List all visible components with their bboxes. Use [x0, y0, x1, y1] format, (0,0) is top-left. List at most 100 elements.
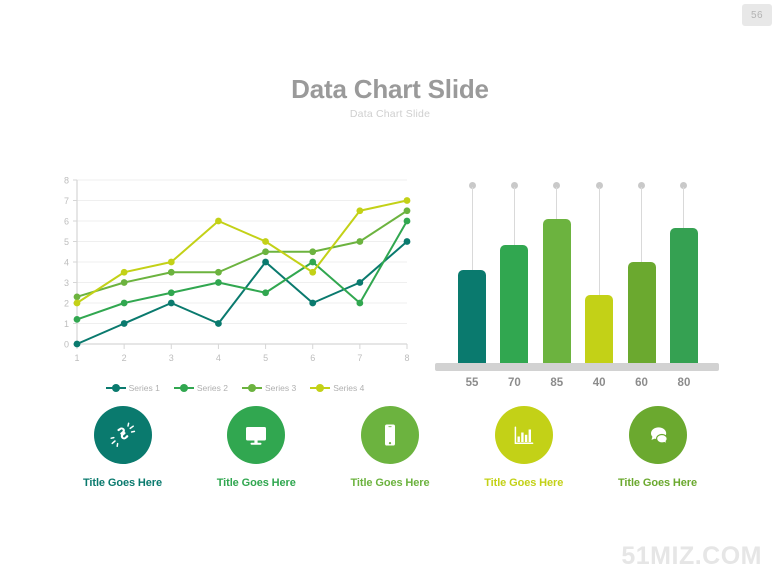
x-axis-tick-label: 1 [74, 353, 79, 363]
speech-bubbles-icon[interactable] [628, 406, 687, 464]
monitor-icon[interactable] [227, 406, 286, 464]
line-data-point [215, 217, 222, 225]
bar-connector-line [683, 187, 685, 228]
feature-item[interactable]: Title Goes Here [328, 406, 453, 489]
legend-item[interactable]: Series 1 [105, 383, 160, 393]
line-data-point [403, 207, 411, 215]
line-data-point [73, 299, 81, 307]
line-data-point [120, 279, 128, 286]
smartphone-icon[interactable] [361, 406, 419, 464]
watermark: 51MIZ.COM [621, 542, 762, 570]
x-axis-tick-label: 4 [216, 353, 221, 363]
bar-column[interactable] [669, 178, 698, 363]
page-title: Data Chart Slide [291, 74, 489, 104]
legend-marker-dot [111, 384, 120, 392]
bar-column[interactable] [585, 178, 614, 363]
line-data-point [262, 289, 269, 297]
legend-item-label: Series 3 [265, 383, 297, 393]
bar-column[interactable] [458, 178, 486, 363]
bar-column[interactable] [500, 178, 529, 363]
bar-rect[interactable] [627, 262, 656, 363]
y-axis-tick-label: 5 [64, 237, 69, 247]
x-axis-tick-label: 8 [404, 353, 409, 363]
line-data-point [73, 316, 81, 323]
y-axis-tick-label: 8 [64, 176, 69, 186]
line-data-point [167, 299, 175, 307]
line-data-point [73, 340, 81, 348]
legend-marker-dot [248, 384, 256, 392]
bar-rect[interactable] [585, 295, 614, 363]
bar-column[interactable] [542, 178, 571, 363]
line-data-point [215, 320, 222, 327]
x-axis-tick-label: 5 [263, 353, 268, 363]
y-axis-tick-label: 2 [64, 299, 69, 309]
feature-item[interactable]: Title Goes Here [461, 406, 586, 489]
bar-connector-line [513, 187, 515, 245]
line-data-point [120, 299, 128, 307]
legend-marker-dot [179, 384, 188, 392]
bar-chart-baseline [435, 363, 719, 371]
bar-column[interactable] [627, 178, 656, 363]
line-data-point [262, 248, 269, 256]
line-data-point [215, 279, 222, 286]
x-axis-tick-label: 6 [310, 353, 315, 363]
x-axis-tick-label: 7 [357, 353, 362, 363]
bar-chart-plot [458, 178, 698, 363]
legend-item[interactable]: Series 3 [242, 383, 296, 393]
line-data-point [356, 299, 364, 307]
bar-value-label: 80 [677, 377, 691, 389]
bar-value-label: 60 [635, 377, 648, 389]
y-axis-tick-label: 6 [64, 217, 69, 227]
line-chart: 01234567812345678 [55, 172, 415, 372]
line-data-point [403, 217, 411, 225]
line-data-point [167, 268, 175, 276]
line-data-point [262, 258, 269, 266]
feature-title: Title Goes Here [350, 477, 430, 489]
bar-rect[interactable] [458, 270, 486, 363]
line-data-point [120, 268, 128, 276]
feature-item[interactable]: Title Goes Here [194, 406, 319, 489]
bar-connector-line [598, 187, 600, 295]
line-chart-canvas: 0123456781 2 3 4 5 6 7 8 [64, 176, 411, 363]
line-data-point [309, 268, 317, 276]
line-chart-legend: Series 1 Series 2 Series 3 Series 4 [55, 383, 415, 393]
legend-item-label: Series 4 [333, 383, 365, 393]
line-data-point [167, 289, 175, 297]
y-axis-tick-label: 1 [64, 319, 69, 329]
y-axis-tick-label: 4 [64, 258, 69, 268]
feature-icon-row: Title Goes Here Title Goes Here Title Goes… [60, 406, 720, 489]
bar-value-label: 40 [592, 377, 606, 389]
legend-marker-icon [242, 384, 262, 392]
bar-connector-line [641, 187, 643, 262]
page-subtitle: Data Chart Slide [349, 108, 431, 120]
line-data-point [356, 279, 364, 286]
feature-title: Title Goes Here [83, 477, 162, 489]
y-axis-tick-label: 7 [64, 196, 69, 206]
legend-marker-icon [105, 384, 126, 392]
line-data-point [356, 238, 364, 245]
y-axis-tick-label: 0 [64, 340, 69, 350]
bar-rect[interactable] [542, 219, 571, 363]
bar-chart-icon[interactable] [494, 406, 553, 464]
bar-rect[interactable] [669, 228, 698, 363]
bar-value-label: 70 [507, 377, 521, 389]
line-data-point [215, 268, 222, 276]
feature-item[interactable]: Title Goes Here [60, 406, 185, 489]
legend-item[interactable]: Series 2 [173, 383, 228, 393]
legend-item-label: Series 2 [196, 383, 228, 393]
legend-item[interactable]: Series 4 [310, 383, 364, 393]
line-data-point [309, 299, 317, 307]
line-data-point [120, 320, 128, 327]
bar-chart-value-labels: 55 70 85 40 60 80 [458, 377, 698, 389]
x-axis-tick-label: 2 [122, 353, 127, 363]
line-data-point [356, 207, 364, 215]
y-axis-tick-label: 3 [64, 278, 69, 288]
page-number-badge: 56 [742, 4, 772, 26]
line-data-point [403, 197, 411, 204]
bar-rect[interactable] [500, 245, 529, 363]
broken-link-icon[interactable] [93, 406, 152, 464]
legend-item-label: Series 1 [128, 383, 160, 393]
line-data-point [309, 258, 317, 266]
line-data-point [167, 258, 175, 266]
feature-item[interactable]: Title Goes Here [595, 406, 720, 489]
